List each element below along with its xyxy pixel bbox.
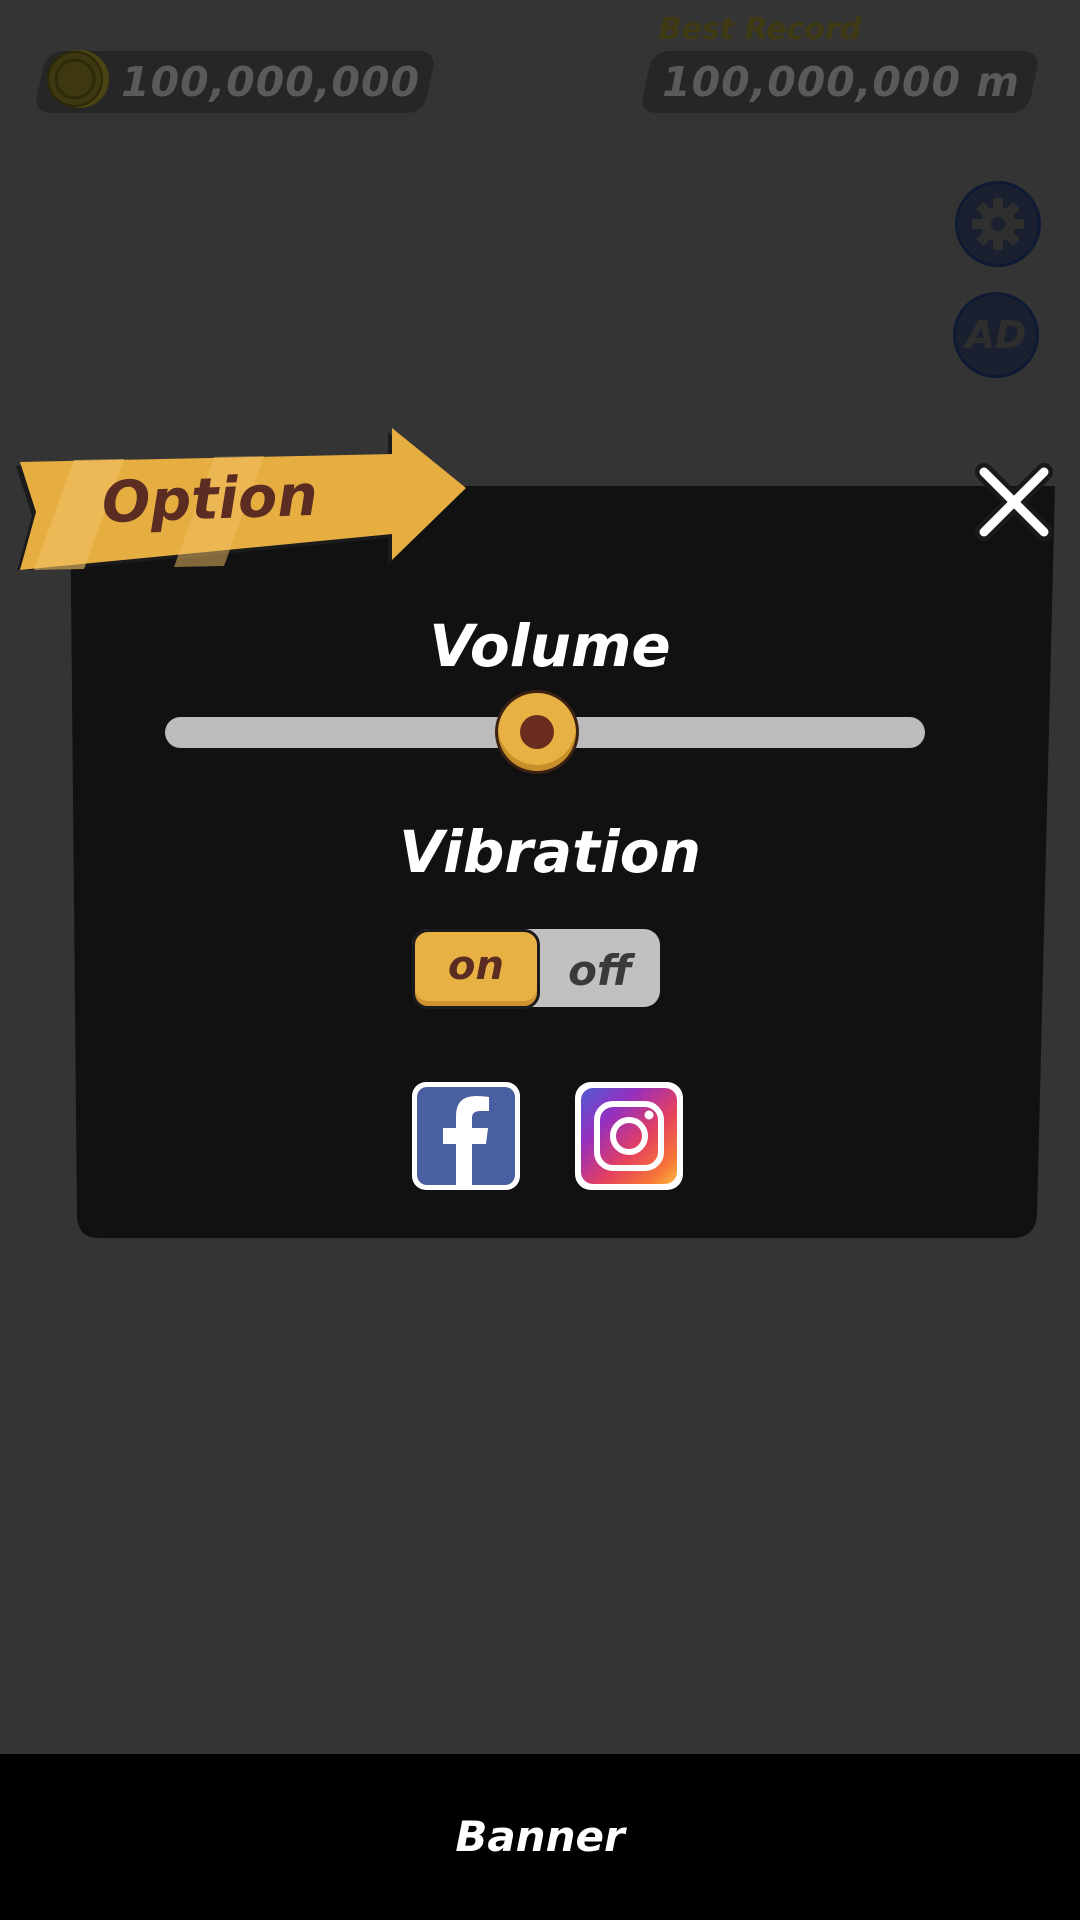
ad-label: AD xyxy=(965,313,1027,357)
volume-knob-dot xyxy=(520,715,555,749)
best-record-label: Best Record xyxy=(658,12,862,47)
dialog-title: Option xyxy=(100,462,319,537)
close-button[interactable] xyxy=(970,458,1058,546)
volume-slider-knob[interactable] xyxy=(495,690,580,774)
gear-icon xyxy=(972,198,1024,250)
vibration-toggle[interactable]: on off xyxy=(412,929,660,1009)
vibration-label: Vibration xyxy=(399,818,701,886)
watch-ad-button[interactable]: AD xyxy=(953,292,1039,378)
coin-icon xyxy=(47,50,109,108)
settings-button[interactable] xyxy=(955,181,1041,267)
instagram-button[interactable] xyxy=(573,1080,685,1192)
vibration-off-option[interactable]: off xyxy=(540,929,660,1007)
ad-banner[interactable]: Banner xyxy=(0,1754,1080,1920)
game-screen: 100,000,000 Best Record 100,000,000 m AD xyxy=(0,0,1080,1920)
vibration-on-option[interactable]: on xyxy=(412,929,540,1009)
best-record-value: 100,000,000 m xyxy=(662,58,1020,106)
volume-label: Volume xyxy=(429,612,671,680)
banner-label: Banner xyxy=(455,1812,625,1861)
close-icon xyxy=(975,463,1053,541)
facebook-button[interactable] xyxy=(410,1080,522,1192)
coin-count: 100,000,000 xyxy=(121,58,420,106)
